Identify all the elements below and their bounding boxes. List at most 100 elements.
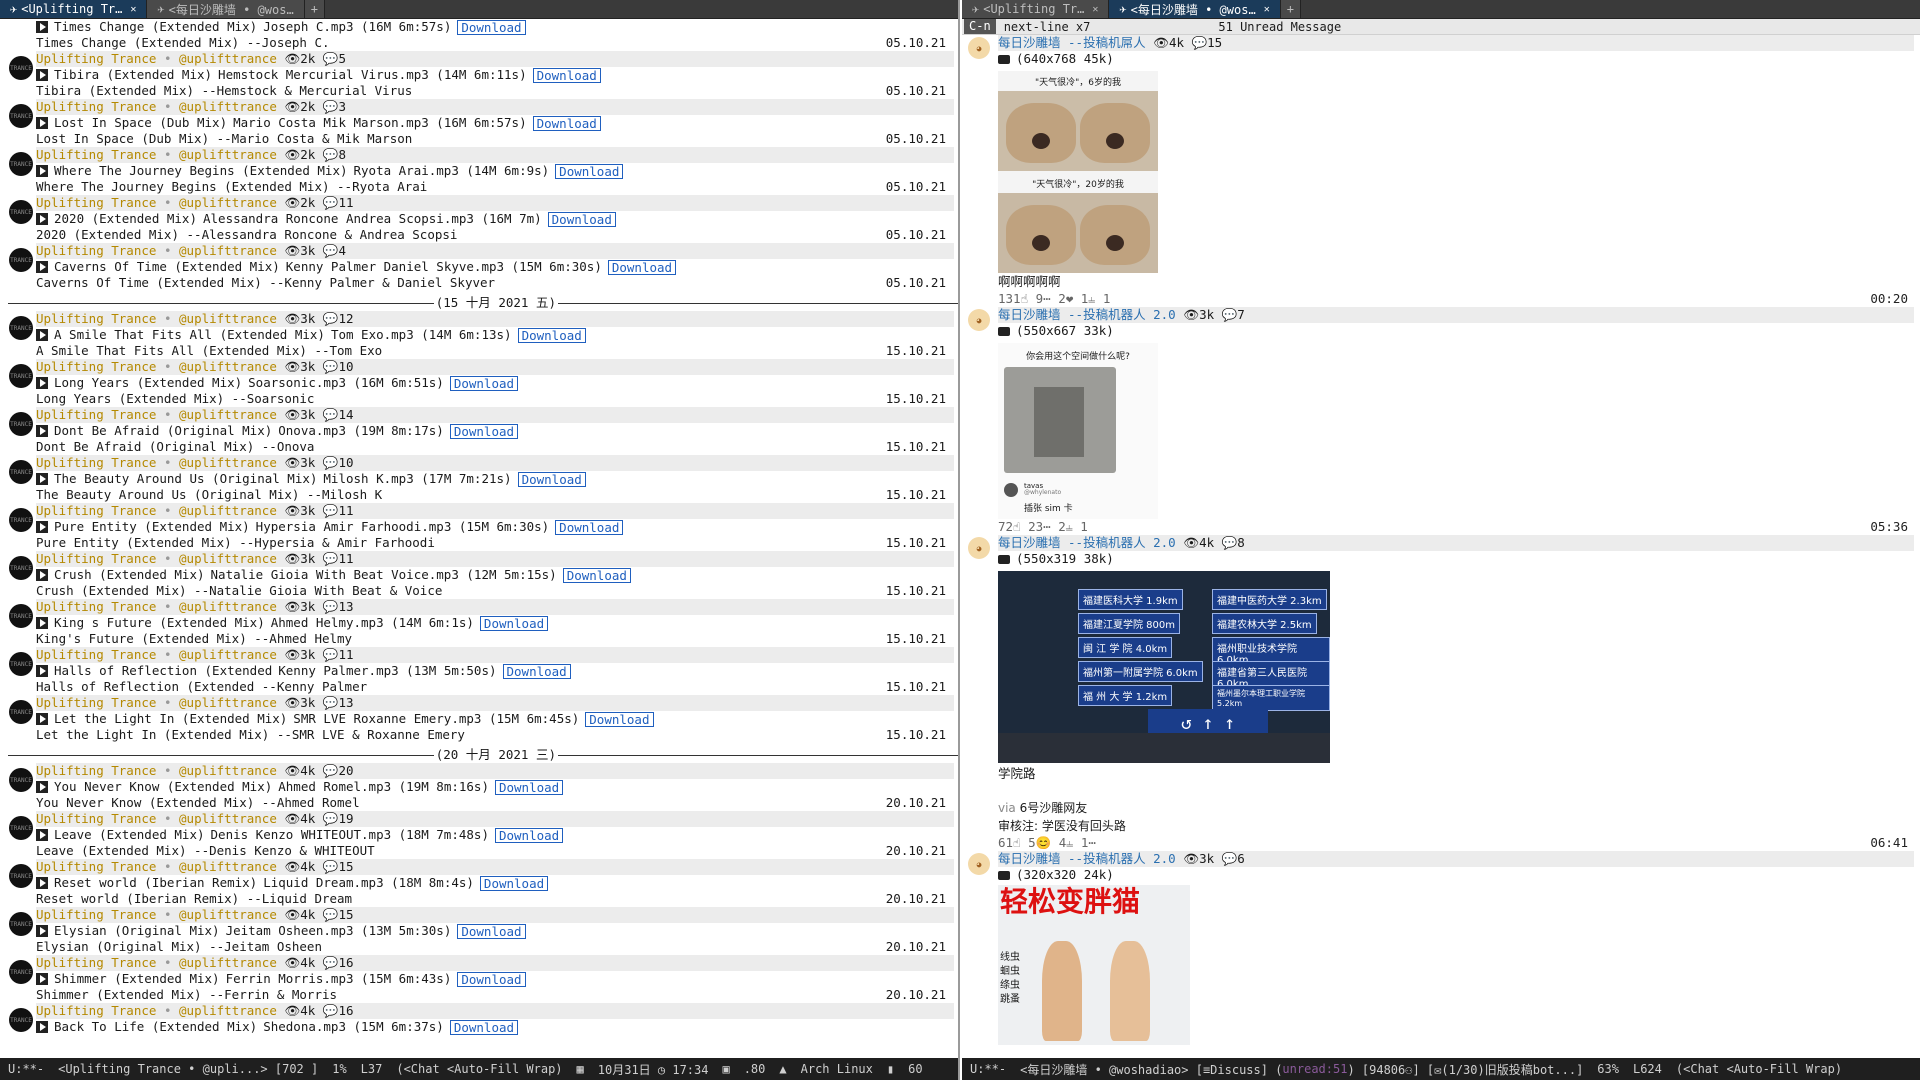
play-icon[interactable] [36, 665, 48, 677]
sender-name[interactable]: Uplifting Trance [36, 51, 156, 66]
download-button[interactable]: Download [532, 67, 601, 83]
play-icon[interactable] [36, 329, 48, 341]
unread-count[interactable]: 51 Unread Message [1218, 20, 1341, 34]
meme-image[interactable]: "天气很冷"，6岁的我 "天气很冷"，20岁的我 [998, 71, 1158, 273]
download-button[interactable]: Download [494, 827, 564, 843]
sender-name[interactable]: Uplifting Trance [36, 147, 156, 162]
play-icon[interactable] [36, 261, 48, 273]
download-button[interactable]: Download [479, 875, 549, 891]
play-icon[interactable] [36, 617, 48, 629]
new-tab-button[interactable]: + [304, 0, 325, 18]
sender-name[interactable]: Uplifting Trance [36, 859, 156, 874]
download-button[interactable]: Download [457, 19, 526, 35]
play-icon[interactable] [36, 473, 48, 485]
play-icon[interactable] [36, 213, 48, 225]
new-tab-button[interactable]: + [1280, 0, 1301, 18]
via-user[interactable]: 6号沙雕网友 [1020, 801, 1088, 815]
tab-woshadiao[interactable]: ✈ <每日沙雕墙 • @wos… ✕ [1109, 0, 1281, 18]
download-button[interactable]: Download [457, 923, 526, 939]
sender-handle[interactable]: @uplifttrance [179, 147, 277, 162]
avatar[interactable]: TRANCE [9, 412, 33, 436]
road-sign-image[interactable]: 福建医科大学 1.9km 福建中医药大学 2.3km 福建江夏学院 800m 福… [998, 571, 1330, 763]
avatar[interactable]: TRANCE [9, 56, 33, 80]
download-button[interactable]: Download [449, 375, 519, 391]
avatar[interactable]: TRANCE [9, 864, 33, 888]
sender-name[interactable]: Uplifting Trance [36, 195, 156, 210]
sender-name[interactable]: Uplifting Trance [36, 359, 156, 374]
sender-name[interactable]: Uplifting Trance [36, 763, 156, 778]
sender-handle[interactable]: @uplifttrance [179, 195, 277, 210]
download-button[interactable]: Download [547, 211, 616, 227]
play-icon[interactable] [36, 877, 48, 889]
avatar[interactable]: ◕ [968, 309, 990, 331]
sender-handle[interactable]: @uplifttrance [179, 763, 277, 778]
download-button[interactable]: Download [555, 163, 624, 179]
avatar[interactable]: ◕ [968, 37, 990, 59]
download-button[interactable]: Download [457, 971, 526, 987]
sender-handle[interactable]: @uplifttrance [179, 243, 277, 258]
play-icon[interactable] [36, 69, 48, 81]
sender-handle[interactable]: @uplifttrance [179, 695, 277, 710]
sender-name[interactable]: Uplifting Trance [36, 695, 156, 710]
sender-handle[interactable]: @uplifttrance [179, 99, 277, 114]
avatar[interactable]: TRANCE [9, 152, 33, 176]
close-icon[interactable]: ✕ [130, 4, 136, 15]
play-icon[interactable] [36, 1021, 48, 1033]
play-icon[interactable] [36, 521, 48, 533]
avatar[interactable]: TRANCE [9, 248, 33, 272]
tab-uplifting-trance[interactable]: ✈ <Uplifting Tr… ✕ [962, 0, 1110, 18]
sender-handle[interactable]: @uplifttrance [179, 955, 277, 970]
sender-name[interactable]: Uplifting Trance [36, 243, 156, 258]
download-button[interactable]: Download [479, 615, 549, 631]
sender-name[interactable]: Uplifting Trance [36, 647, 156, 662]
avatar[interactable]: TRANCE [9, 816, 33, 840]
sender-handle[interactable]: @uplifttrance [179, 551, 277, 566]
sender-name[interactable]: 每日沙雕墙 --投稿机器人 2.0 [998, 307, 1176, 322]
avatar[interactable]: TRANCE [9, 768, 33, 792]
avatar[interactable]: TRANCE [9, 700, 33, 724]
play-icon[interactable] [36, 165, 48, 177]
download-button[interactable]: Download [517, 327, 586, 343]
sender-name[interactable]: Uplifting Trance [36, 503, 156, 518]
play-icon[interactable] [36, 569, 48, 581]
right-message-list[interactable]: ◕ 每日沙雕墙 --投稿机屌人 👁4k 💬15 (640x768 45k) "天… [962, 35, 1920, 1058]
tab-uplifting-trance[interactable]: ✈ <Uplifting Tr… ✕ [0, 0, 148, 18]
play-icon[interactable] [36, 781, 48, 793]
sender-handle[interactable]: @uplifttrance [179, 407, 277, 422]
download-button[interactable]: Download [494, 779, 564, 795]
sender-handle[interactable]: @uplifttrance [179, 811, 277, 826]
sender-handle[interactable]: @uplifttrance [179, 907, 277, 922]
play-icon[interactable] [36, 829, 48, 841]
avatar[interactable]: TRANCE [9, 200, 33, 224]
download-button[interactable]: Download [502, 663, 571, 679]
sender-handle[interactable]: @uplifttrance [179, 599, 277, 614]
avatar[interactable]: TRANCE [9, 104, 33, 128]
download-button[interactable]: Download [517, 471, 586, 487]
avatar[interactable]: TRANCE [9, 508, 33, 532]
play-icon[interactable] [36, 973, 48, 985]
sender-name[interactable]: Uplifting Trance [36, 1003, 156, 1018]
sender-handle[interactable]: @uplifttrance [179, 359, 277, 374]
download-button[interactable]: Download [562, 567, 631, 583]
avatar[interactable]: TRANCE [9, 364, 33, 388]
sender-name[interactable]: Uplifting Trance [36, 811, 156, 826]
close-icon[interactable]: ✕ [1092, 4, 1098, 15]
download-button[interactable]: Download [532, 115, 601, 131]
avatar[interactable]: TRANCE [9, 912, 33, 936]
sender-handle[interactable]: @uplifttrance [179, 311, 277, 326]
sender-name[interactable]: Uplifting Trance [36, 907, 156, 922]
avatar[interactable]: ◕ [968, 853, 990, 875]
sender-name[interactable]: 每日沙雕墙 --投稿机器人 2.0 [998, 535, 1176, 550]
avatar[interactable]: TRANCE [9, 604, 33, 628]
download-button[interactable]: Download [607, 259, 677, 275]
avatar[interactable]: TRANCE [9, 460, 33, 484]
sender-handle[interactable]: @uplifttrance [179, 859, 277, 874]
sender-name[interactable]: Uplifting Trance [36, 99, 156, 114]
meme-image[interactable]: 你会用这个空间做什么呢? tavas @whylenato 插张 sim 卡 [998, 343, 1158, 519]
close-icon[interactable]: ✕ [1264, 4, 1270, 15]
sender-name[interactable]: Uplifting Trance [36, 955, 156, 970]
fat-cat-poster[interactable]: 轻松变胖猫 线虫 蛔虫 绦虫 跳蚤 [998, 885, 1190, 1045]
sender-handle[interactable]: @uplifttrance [179, 503, 277, 518]
sender-name[interactable]: Uplifting Trance [36, 311, 156, 326]
avatar[interactable]: TRANCE [9, 960, 33, 984]
